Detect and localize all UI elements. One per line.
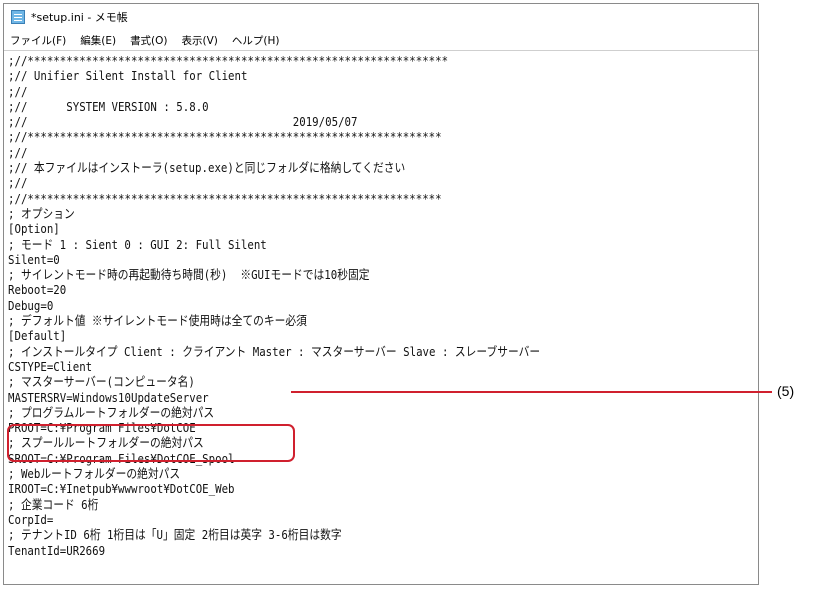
text-line: ; Webルートフォルダーの絶対パス <box>8 466 181 482</box>
callout-leader-line <box>291 391 772 393</box>
text-line: ;//*************************************… <box>8 190 442 206</box>
menu-bar: ファイル(F) 編集(E) 書式(O) 表示(V) ヘルプ(H) <box>4 30 758 50</box>
text-line: ; デフォルト値 ※サイレントモード使用時は全てのキー必須 <box>8 313 307 329</box>
text-line: ;// <box>8 144 28 160</box>
text-line: ;//*************************************… <box>8 129 442 145</box>
text-line: ;//*************************************… <box>8 53 449 68</box>
text-line: CorpId= <box>8 511 54 527</box>
text-line: TenantId=UR2669 <box>8 542 106 558</box>
text-line: ;// 本ファイルはインストーラ(setup.exe)と同じフォルダに格納してく… <box>8 160 406 176</box>
text-line: ; 企業コード 6桁 <box>8 496 99 512</box>
text-line: Reboot=20 <box>8 282 67 298</box>
text-line: ;// <box>8 175 28 191</box>
notepad-icon <box>11 10 25 24</box>
callout-label: (5) <box>777 383 795 399</box>
text-editor[interactable]: ;//*************************************… <box>4 50 758 584</box>
text-line: [Option] <box>8 221 60 237</box>
text-line: ; プログラムルートフォルダーの絶対パス <box>8 404 215 420</box>
menu-help[interactable]: ヘルプ(H) <box>232 33 280 48</box>
highlight-box <box>7 424 295 462</box>
text-line: [Default] <box>8 328 67 344</box>
title-bar[interactable]: *setup.ini - メモ帳 <box>4 4 758 30</box>
text-line: ; インストールタイプ Client : クライアント Master : マスタ… <box>8 343 541 359</box>
text-line: ; マスターサーバー(コンピュータ名) <box>8 374 195 390</box>
text-line: ;// SYSTEM VERSION : 5.8.0 <box>8 98 209 114</box>
menu-format[interactable]: 書式(O) <box>130 33 167 48</box>
text-line: ; テナントID 6桁 1桁目は「U」固定 2桁目は英字 3-6桁目は数字 <box>8 527 342 543</box>
text-line: Debug=0 <box>8 297 54 313</box>
text-line: ;// Unifier Silent Install for Client <box>8 68 248 84</box>
editor-text[interactable]: ;//*************************************… <box>8 53 650 558</box>
text-line: IROOT=C:¥Inetpub¥wwwroot¥DotCOE_Web <box>8 481 235 497</box>
text-line: Silent=0 <box>8 251 60 267</box>
text-line: CSTYPE=Client <box>8 358 93 374</box>
menu-file[interactable]: ファイル(F) <box>10 33 66 48</box>
text-line: ; モード 1 : Sient 0 : GUI 2: Full Silent <box>8 236 267 252</box>
text-line: ; サイレントモード時の再起動待ち時間(秒) ※GUIモードでは10秒固定 <box>8 267 370 283</box>
text-line: ;// <box>8 83 28 99</box>
menu-view[interactable]: 表示(V) <box>182 33 218 48</box>
text-line: ;// 2019/05/07 <box>8 114 358 130</box>
menu-edit[interactable]: 編集(E) <box>80 33 116 48</box>
window-title: *setup.ini - メモ帳 <box>31 11 128 24</box>
text-line: ; オプション <box>8 205 75 221</box>
notepad-window: *setup.ini - メモ帳 ファイル(F) 編集(E) 書式(O) 表示(… <box>3 3 759 585</box>
